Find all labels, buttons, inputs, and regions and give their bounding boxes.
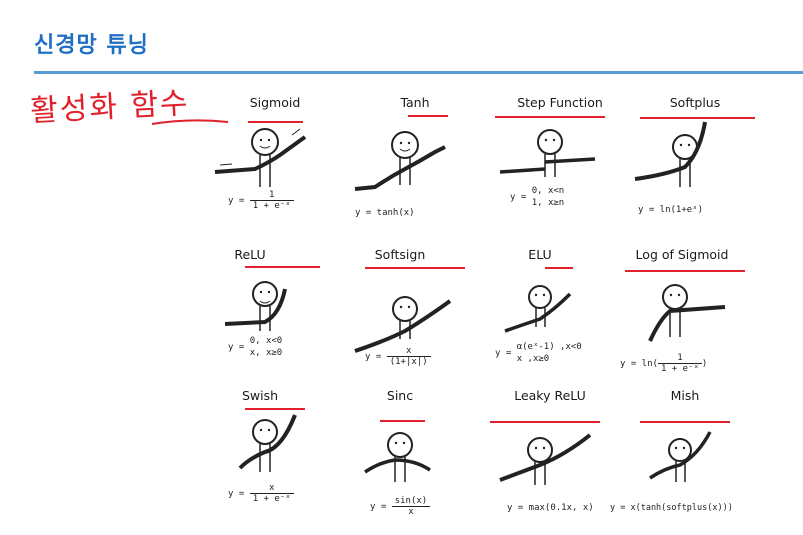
function-formula: y = ln(1+eˣ) bbox=[638, 205, 704, 215]
function-name: ELU bbox=[528, 247, 552, 262]
function-formula: y = sin(x) x bbox=[370, 496, 431, 517]
function-formula: y = x (1+|x|) bbox=[365, 346, 431, 367]
function-card-log-sigmoid: Log of Sigmoid y = ln(1 1 + e⁻ˣ) bbox=[620, 247, 770, 392]
function-formula: y = 11 + e⁻ˣ bbox=[228, 190, 294, 211]
function-name: Sinc bbox=[386, 388, 414, 403]
stick-figure-log-sigmoid-icon bbox=[648, 284, 726, 342]
function-formula: y = 0, x<0 x, x≥0 bbox=[228, 336, 283, 358]
function-card-tanh: Tanh y = tanh(x) bbox=[340, 95, 490, 240]
stick-figure-softplus-icon bbox=[634, 121, 707, 187]
function-card-sigmoid: Sigmoid y = 11 + e⁻ˣ bbox=[200, 95, 350, 240]
function-card-mish: Mish y = x(tanh(softplus(x))) bbox=[610, 388, 770, 533]
stick-figure-mish-icon bbox=[649, 431, 712, 482]
stick-figure-sinc-icon bbox=[364, 432, 431, 482]
function-name: Tanh bbox=[400, 95, 430, 110]
function-name: Sigmoid bbox=[249, 95, 301, 110]
stick-figure-leaky-relu-icon bbox=[499, 433, 592, 485]
function-card-step: Step Function y = 0, x<n 1, x≥n bbox=[485, 95, 635, 240]
function-card-sinc: Sinc y = sin(x) x bbox=[340, 388, 490, 533]
function-name: ReLU bbox=[234, 247, 266, 262]
function-formula: y = ln(1 1 + e⁻ˣ) bbox=[620, 353, 708, 374]
stick-figure-tanh-icon bbox=[354, 131, 446, 191]
function-card-elu: ELU y = α(eˣ-1) ,x<0 x ,x≥0 bbox=[485, 247, 635, 392]
function-name: Leaky ReLU bbox=[514, 388, 586, 403]
function-name: Softsign bbox=[374, 247, 426, 262]
function-name: Log of Sigmoid bbox=[635, 247, 729, 262]
function-card-softsign: Softsign y = x (1+|x|) bbox=[340, 247, 490, 392]
stick-figure-elu-icon bbox=[504, 285, 572, 333]
function-formula: y = tanh(x) bbox=[355, 208, 415, 218]
title-divider bbox=[34, 71, 803, 74]
function-name: Step Function bbox=[517, 95, 603, 110]
function-formula: y = 0, x<n 1, x≥n bbox=[510, 186, 565, 208]
function-formula: y = x1 + e⁻ˣ bbox=[228, 483, 294, 504]
name-underline bbox=[245, 266, 320, 268]
page-title: 신경망 튜닝 bbox=[34, 33, 149, 58]
function-card-softplus: Softplus y = ln(1+eˣ) bbox=[620, 95, 770, 240]
function-name: Swish bbox=[241, 388, 279, 403]
function-formula: y = x(tanh(softplus(x))) bbox=[610, 503, 733, 513]
function-formula: y = max(0.1x, x) bbox=[507, 503, 594, 513]
function-card-relu: ReLU y = 0, x<0 x, x≥0 bbox=[200, 247, 350, 392]
function-name: Mish bbox=[670, 388, 700, 403]
function-card-swish: Swish y = x1 + e⁻ˣ bbox=[200, 388, 350, 533]
function-formula: y = α(eˣ-1) ,x<0 x ,x≥0 bbox=[495, 342, 582, 364]
function-name: Softplus bbox=[669, 95, 721, 110]
